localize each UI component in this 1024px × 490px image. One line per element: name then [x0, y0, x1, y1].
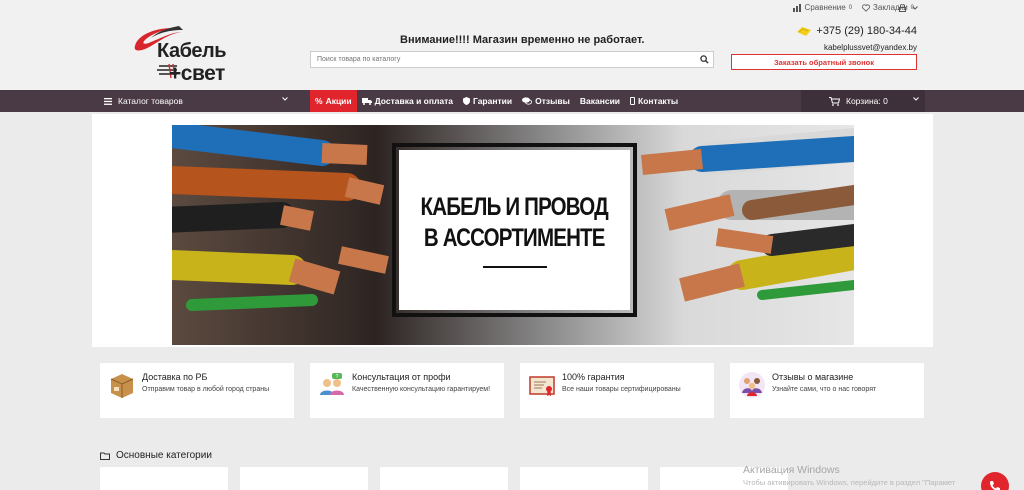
catalog-label: Каталог товаров: [118, 96, 183, 106]
compare-link[interactable]: Сравнение 0: [792, 3, 853, 12]
nav-item-label: Отзывы: [535, 96, 570, 106]
consultants-icon: ?: [320, 373, 344, 395]
email-link[interactable]: kabelplussvet@yandex.by: [824, 43, 917, 52]
category-card[interactable]: [520, 467, 648, 490]
category-card[interactable]: [380, 467, 508, 490]
nav-item-promotions[interactable]: % Акции: [310, 90, 357, 112]
nav-item-label: Акции: [325, 96, 352, 106]
nav-item-vacancies[interactable]: Вакансии: [575, 90, 625, 112]
logo[interactable]: Кабель +свет: [133, 22, 263, 88]
feature-title: Консультация от профи: [352, 372, 451, 382]
feature-desc: Узнайте сами, что о нас говорят: [772, 386, 877, 393]
nav-item-label: Контакты: [638, 96, 679, 106]
categories-heading: Основные категории: [100, 450, 212, 461]
nav-menu: % Акции Доставка и оплата Гарантии Отзыв…: [310, 90, 683, 112]
logo-text-bottom: +свет: [169, 62, 225, 85]
feature-desc: Качественную консультацию гарантируем!: [352, 386, 491, 393]
feature-title: Доставка по РБ: [142, 372, 208, 382]
shield-icon: [463, 97, 470, 105]
cart-label: Корзина: 0: [846, 96, 888, 106]
features-row: Доставка по РБ Отправим товар в любой го…: [100, 363, 926, 418]
cart-icon: [829, 96, 840, 106]
catalog-menu-button[interactable]: Каталог товаров: [100, 90, 294, 112]
chevron-down-icon: [913, 97, 919, 101]
feature-desc: Все наши товары сертифицированы: [562, 386, 681, 393]
feature-title: 100% гарантия: [562, 372, 625, 382]
compare-label: Сравнение: [804, 3, 846, 12]
cart-button[interactable]: Корзина: 0: [801, 90, 925, 112]
phone-operator-icon: [797, 26, 812, 36]
categories-title: Основные категории: [116, 450, 212, 461]
search-button[interactable]: [695, 52, 713, 67]
feature-desc: Отправим товар в любой город страны: [142, 386, 270, 393]
banner-headline-line2: В АССОРТИМЕНТЕ: [424, 224, 606, 252]
people-icon: [739, 372, 765, 398]
phone-number: +375 (29) 180-34-44: [816, 25, 917, 37]
box-icon: [110, 374, 134, 398]
logo-text-top: Кабель: [157, 40, 227, 62]
feature-reviews[interactable]: Отзывы о магазине Узнайте сами, что о на…: [730, 363, 924, 418]
phone-icon: [630, 97, 636, 105]
phone-block[interactable]: +375 (29) 180-34-44: [796, 25, 917, 37]
nav-item-delivery[interactable]: Доставка и оплата: [357, 90, 458, 112]
promo-banner[interactable]: КАБЕЛЬ И ПРОВОД В АССОРТИМЕНТЕ: [172, 125, 854, 345]
banner-headline-line1: КАБЕЛЬ И ПРОВОД: [420, 192, 609, 221]
hamburger-icon: [104, 97, 112, 105]
category-card[interactable]: [100, 467, 228, 490]
comments-icon: [522, 97, 533, 105]
nav-item-label: Вакансии: [579, 96, 621, 106]
chart-icon: [792, 3, 801, 12]
top-links: Сравнение 0 Закладки 0: [792, 3, 914, 12]
main-nav: Каталог товаров % Акции Доставка и оплат…: [0, 90, 1024, 112]
nav-item-label: Доставка и оплата: [374, 96, 453, 106]
feature-guarantee[interactable]: 100% гарантия Все наши товары сертифицир…: [520, 363, 714, 418]
windows-activation-watermark: Активация Windows: [743, 464, 840, 476]
certificate-icon: [529, 376, 555, 396]
search-box[interactable]: [310, 51, 714, 68]
nav-item-contacts[interactable]: Контакты: [625, 90, 683, 112]
feature-consultation[interactable]: ? Консультация от профи Качественную кон…: [310, 363, 504, 418]
feature-title: Отзывы о магазине: [772, 372, 854, 382]
phone-handset-icon: [990, 481, 1000, 490]
heart-icon: [862, 3, 871, 12]
nav-item-reviews[interactable]: Отзывы: [517, 90, 575, 112]
lock-icon: [899, 4, 906, 12]
banner-headline-box: КАБЕЛЬ И ПРОВОД В АССОРТИМЕНТЕ: [392, 143, 637, 317]
nav-item-label: Гарантии: [473, 96, 513, 106]
percent-icon: %: [315, 96, 323, 106]
callback-button[interactable]: Заказать обратный звонок: [731, 54, 917, 70]
header: Сравнение 0 Закладки 0 Кабель +свет Вниман…: [0, 0, 1024, 90]
account-menu[interactable]: [899, 4, 918, 12]
search-input[interactable]: [311, 52, 695, 67]
search-icon: [699, 55, 709, 64]
store-closed-notice: Внимание!!!! Магазин временно не работае…: [400, 34, 645, 46]
nav-item-guarantees[interactable]: Гарантии: [458, 90, 517, 112]
category-card[interactable]: [240, 467, 368, 490]
compare-count: 0: [848, 4, 853, 11]
truck-icon: [361, 97, 372, 105]
chevron-down-icon: [282, 97, 288, 101]
banner-divider: [482, 266, 547, 269]
callback-fab[interactable]: [981, 472, 1009, 490]
chevron-down-icon: [912, 6, 918, 10]
windows-activation-hint: Чтобы активировать Windows, перейдите в …: [743, 478, 956, 487]
svg-text:?: ?: [336, 374, 339, 380]
folder-icon: [100, 452, 110, 460]
feature-delivery[interactable]: Доставка по РБ Отправим товар в любой го…: [100, 363, 294, 418]
